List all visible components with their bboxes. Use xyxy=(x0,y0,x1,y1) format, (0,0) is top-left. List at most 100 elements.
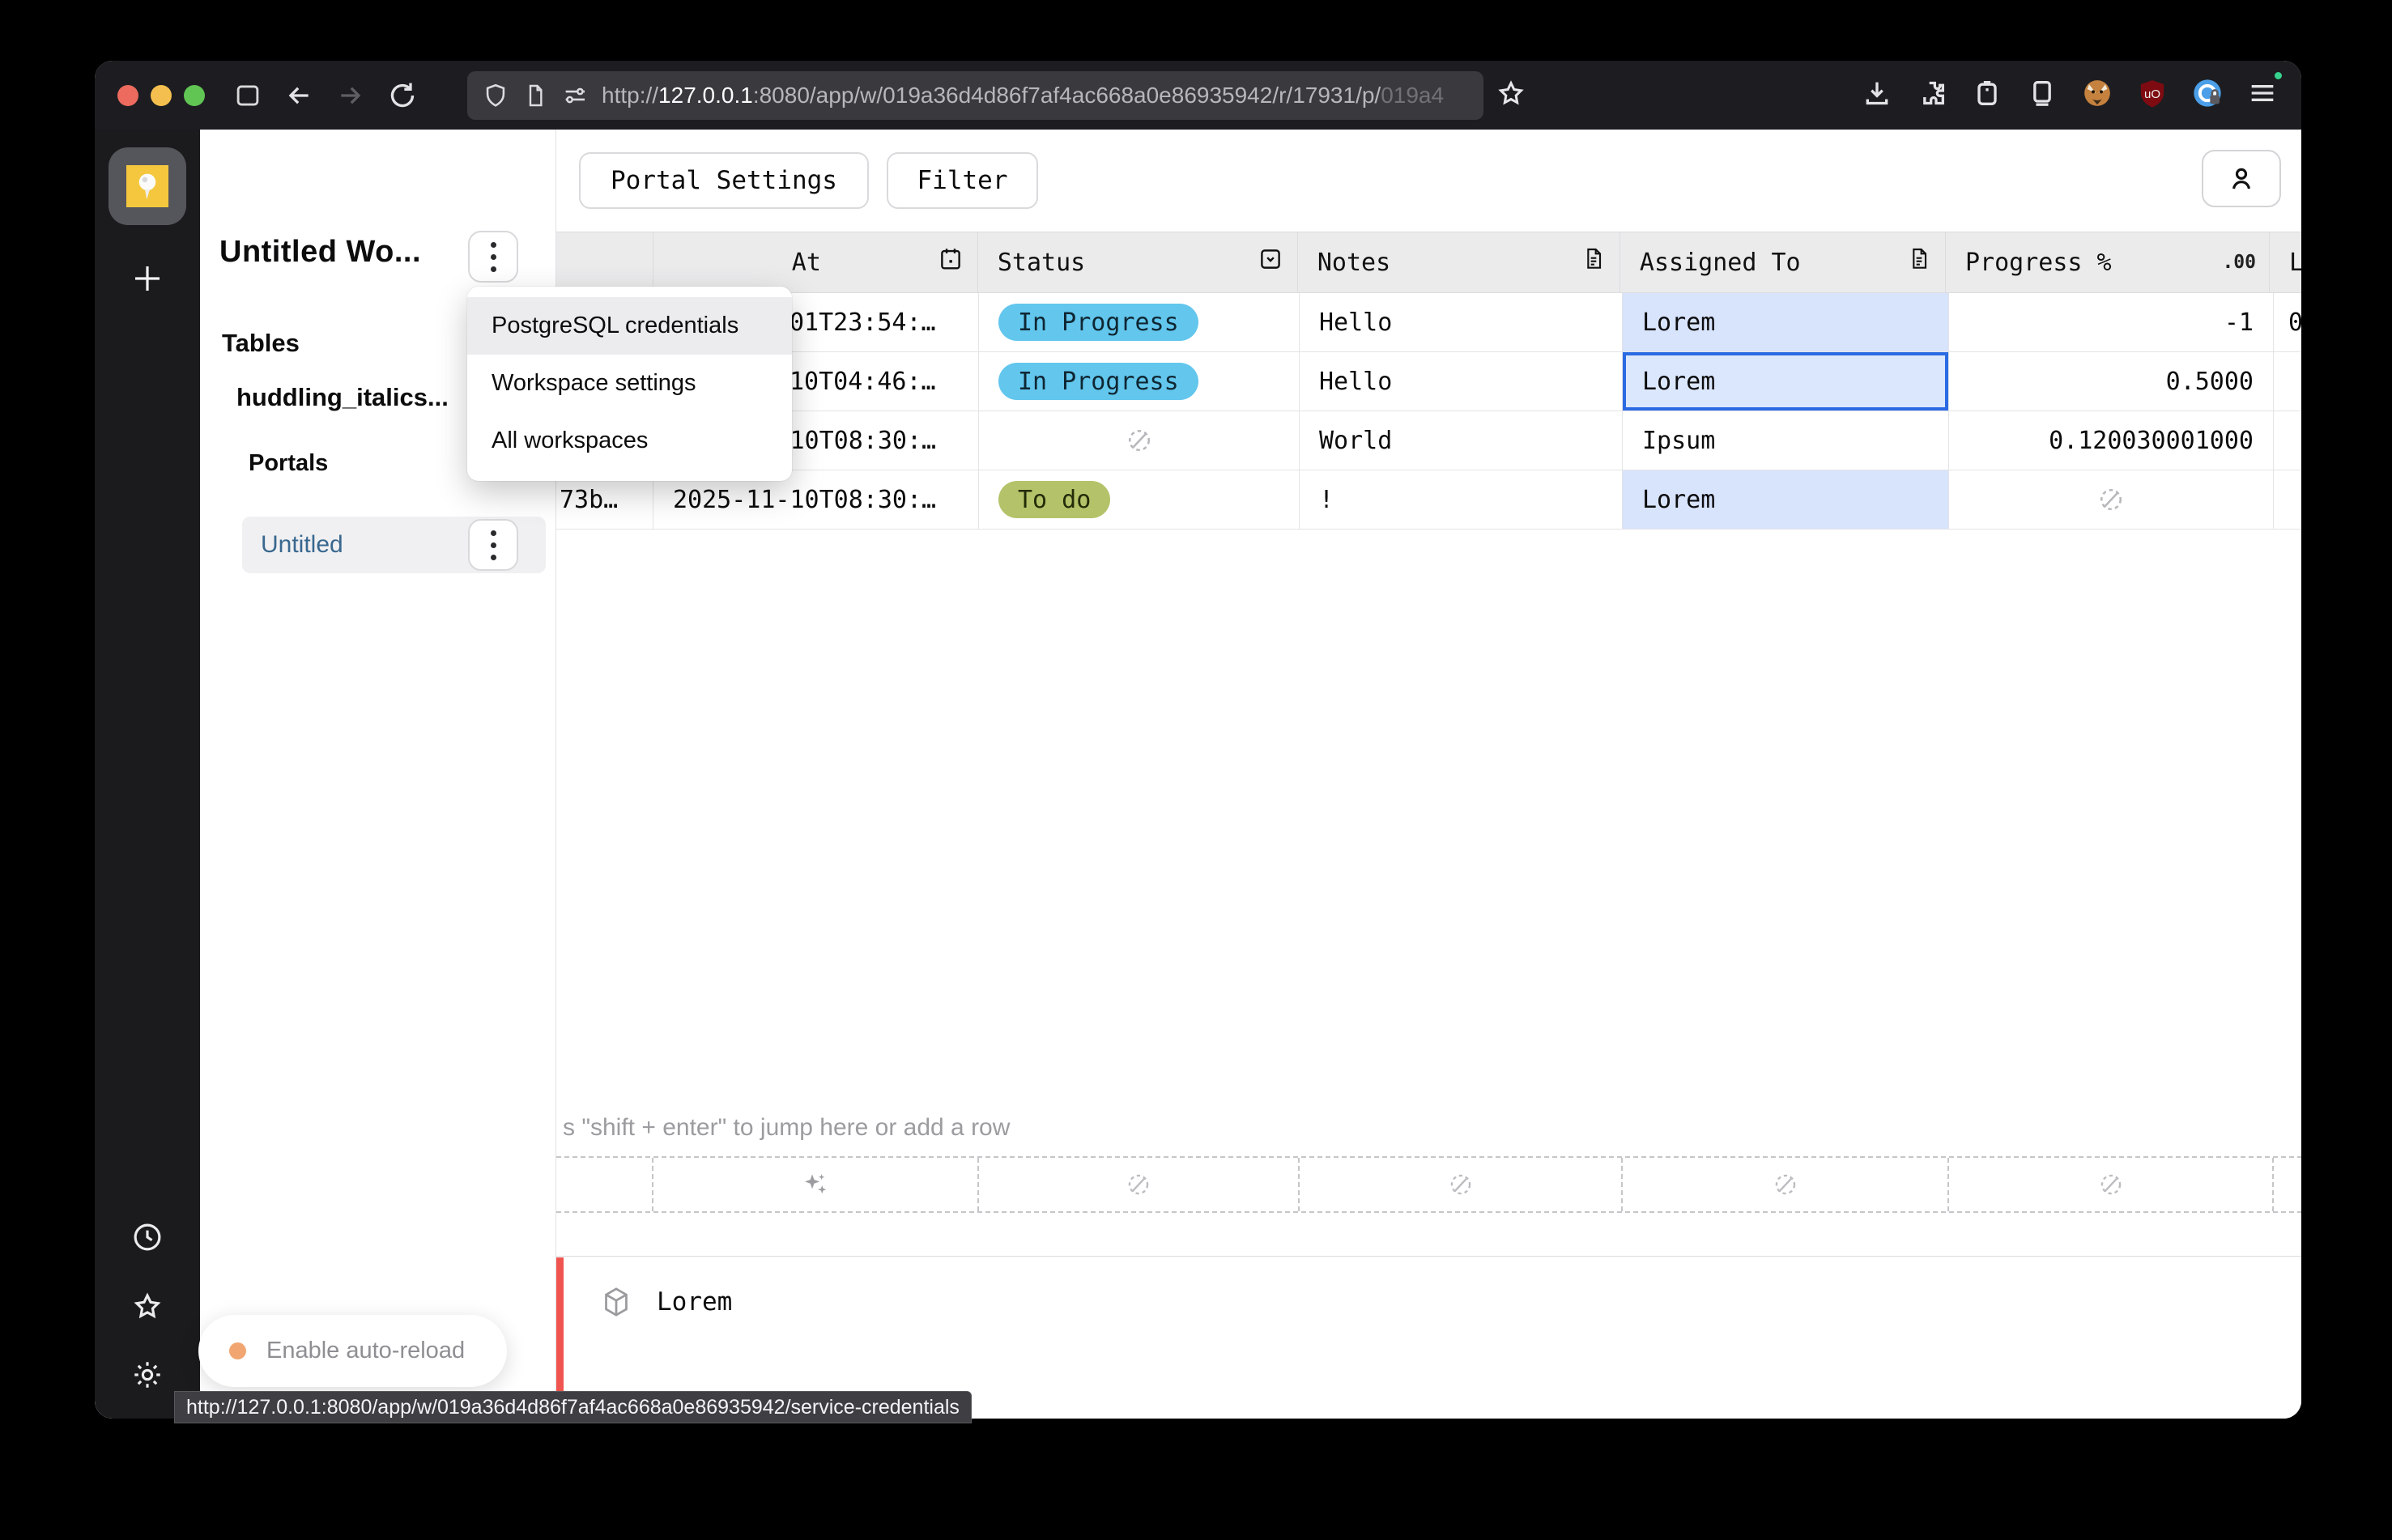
cell-notes[interactable]: Hello xyxy=(1300,293,1623,352)
workspace-menu-button[interactable] xyxy=(468,231,518,283)
decimal-icon: .00 xyxy=(2222,252,2256,273)
add-workspace-icon[interactable] xyxy=(128,259,167,302)
status-badge[interactable]: In Progress xyxy=(998,304,1198,341)
cell-assigned-to-selected[interactable]: Lorem xyxy=(1623,352,1949,411)
menu-notification-dot xyxy=(2272,70,2284,82)
close-window-button[interactable] xyxy=(117,85,138,106)
kebab-icon xyxy=(491,242,496,272)
permissions-icon[interactable] xyxy=(561,82,589,109)
cell-progress[interactable]: -1 xyxy=(1949,293,2274,352)
reload-icon[interactable] xyxy=(386,79,419,112)
cell-assigned-to[interactable]: Ipsum xyxy=(1623,411,1949,470)
cell-last[interactable]: 0 xyxy=(2274,293,2301,352)
container-icon[interactable] xyxy=(1971,77,2003,113)
portal-menu-button[interactable] xyxy=(468,519,518,571)
null-icon xyxy=(2098,1172,2124,1198)
shield-icon[interactable] xyxy=(482,82,509,109)
user-button[interactable] xyxy=(2202,150,2281,207)
calendar-icon xyxy=(937,245,964,279)
sidebar-item-table[interactable]: huddling_italics... xyxy=(236,383,449,412)
cell-last[interactable] xyxy=(2274,470,2301,530)
null-icon xyxy=(1773,1172,1798,1198)
ghost-cell[interactable] xyxy=(1300,1158,1623,1211)
portal-name-link[interactable]: Untitled xyxy=(261,531,343,559)
sidebar-toggle-icon[interactable] xyxy=(232,80,263,111)
ghost-cell[interactable] xyxy=(1949,1158,2274,1211)
cell-notes[interactable]: World xyxy=(1300,411,1623,470)
workspace-title: Untitled Wo... xyxy=(219,235,421,270)
record-title: Lorem xyxy=(657,1287,732,1317)
cell-status[interactable] xyxy=(979,411,1300,470)
column-header-assigned-to[interactable]: Assigned To xyxy=(1620,232,1946,292)
cell-notes[interactable]: ! xyxy=(1300,470,1623,530)
null-icon xyxy=(1126,427,1153,454)
cell-assigned-to[interactable]: Lorem xyxy=(1623,293,1949,352)
column-header-last[interactable]: L xyxy=(2270,232,2301,292)
null-icon xyxy=(2097,486,2125,513)
ghost-cell[interactable] xyxy=(556,1158,653,1211)
ghost-cell[interactable] xyxy=(653,1158,979,1211)
proxy-lock-icon[interactable] xyxy=(2191,77,2224,113)
menu-item-workspace-settings[interactable]: Workspace settings xyxy=(467,355,792,412)
back-icon[interactable] xyxy=(283,79,315,112)
extensions-icon[interactable] xyxy=(1916,77,1948,113)
cell-progress[interactable]: 0.5000 xyxy=(1949,352,2274,411)
cell-progress[interactable]: 0.120030001000 xyxy=(1949,411,2274,470)
status-badge[interactable]: To do xyxy=(998,481,1110,518)
page-info-icon[interactable] xyxy=(522,83,548,108)
app-menu-icon[interactable] xyxy=(2246,77,2279,113)
minimize-window-button[interactable] xyxy=(151,85,172,106)
cell-status[interactable]: In Progress xyxy=(979,293,1300,352)
cell-last[interactable] xyxy=(2274,352,2301,411)
auto-reload-status-dot xyxy=(229,1342,246,1359)
cell-progress[interactable] xyxy=(1949,470,2274,530)
workspace-tile[interactable] xyxy=(109,147,186,225)
url-text[interactable]: http://127.0.0.1:8080/app/w/019a36d4d86f… xyxy=(602,83,1444,108)
ghost-cell[interactable] xyxy=(1623,1158,1949,1211)
table-row: 71a… 2025-11-10T08:30:… World Ipsum 0.12… xyxy=(556,411,2301,470)
settings-gear-icon[interactable] xyxy=(130,1358,164,1396)
browser-toolbar: http://127.0.0.1:8080/app/w/019a36d4d86f… xyxy=(95,61,2301,130)
jump-hint-text: s "shift + enter" to jump here or add a … xyxy=(563,1114,1010,1142)
workspace-pin-icon xyxy=(126,165,168,207)
add-row-placeholder[interactable] xyxy=(556,1156,2301,1213)
zoom-window-button[interactable] xyxy=(184,85,205,106)
menu-item-postgresql-credentials[interactable]: PostgreSQL credentials xyxy=(467,297,792,355)
device-icon[interactable] xyxy=(2026,77,2058,113)
url-bar[interactable]: http://127.0.0.1:8080/app/w/019a36d4d86f… xyxy=(467,71,1483,120)
cell-last[interactable] xyxy=(2274,411,2301,470)
cell-status[interactable]: In Progress xyxy=(979,352,1300,411)
tables-heading: Tables xyxy=(222,329,300,358)
cell-assigned-to[interactable]: Lorem xyxy=(1623,470,1949,530)
bookmark-star-icon[interactable] xyxy=(1495,77,1527,113)
filter-button[interactable]: Filter xyxy=(887,152,1038,209)
column-header-at[interactable]: At xyxy=(653,232,978,292)
portal-main: Portal Settings Filter At Status xyxy=(555,130,2301,1419)
null-icon xyxy=(1448,1172,1474,1198)
status-badge[interactable]: In Progress xyxy=(998,363,1198,400)
ghost-cell[interactable] xyxy=(2274,1158,2301,1211)
text-document-icon xyxy=(1906,246,1932,279)
favorites-star-icon[interactable] xyxy=(130,1289,164,1327)
menu-item-all-workspaces[interactable]: All workspaces xyxy=(467,412,792,470)
grid-header: At Status Notes xyxy=(556,232,2301,293)
cell-notes[interactable]: Hello xyxy=(1300,352,1623,411)
download-icon[interactable] xyxy=(1861,77,1893,113)
person-icon xyxy=(2225,163,2258,195)
ublock-icon[interactable]: uO xyxy=(2136,77,2169,113)
column-header-progress[interactable]: Progress % .00 xyxy=(1946,232,2270,292)
privacy-badger-icon[interactable] xyxy=(2081,77,2113,113)
column-header-notes[interactable]: Notes xyxy=(1298,232,1620,292)
enable-auto-reload-button[interactable]: Enable auto-reload xyxy=(198,1315,507,1387)
column-header-status[interactable]: Status xyxy=(978,232,1298,292)
cube-icon xyxy=(598,1284,634,1320)
cell-status[interactable]: To do xyxy=(979,470,1300,530)
kebab-icon xyxy=(491,530,496,560)
ghost-cell[interactable] xyxy=(979,1158,1300,1211)
browser-window: http://127.0.0.1:8080/app/w/019a36d4d86f… xyxy=(95,61,2301,1419)
history-clock-icon[interactable] xyxy=(130,1220,164,1258)
portal-settings-button[interactable]: Portal Settings xyxy=(579,152,869,209)
column-header-id[interactable] xyxy=(556,232,653,292)
app-rail xyxy=(95,130,200,1419)
portal-toolbar: Portal Settings Filter xyxy=(556,130,2301,232)
